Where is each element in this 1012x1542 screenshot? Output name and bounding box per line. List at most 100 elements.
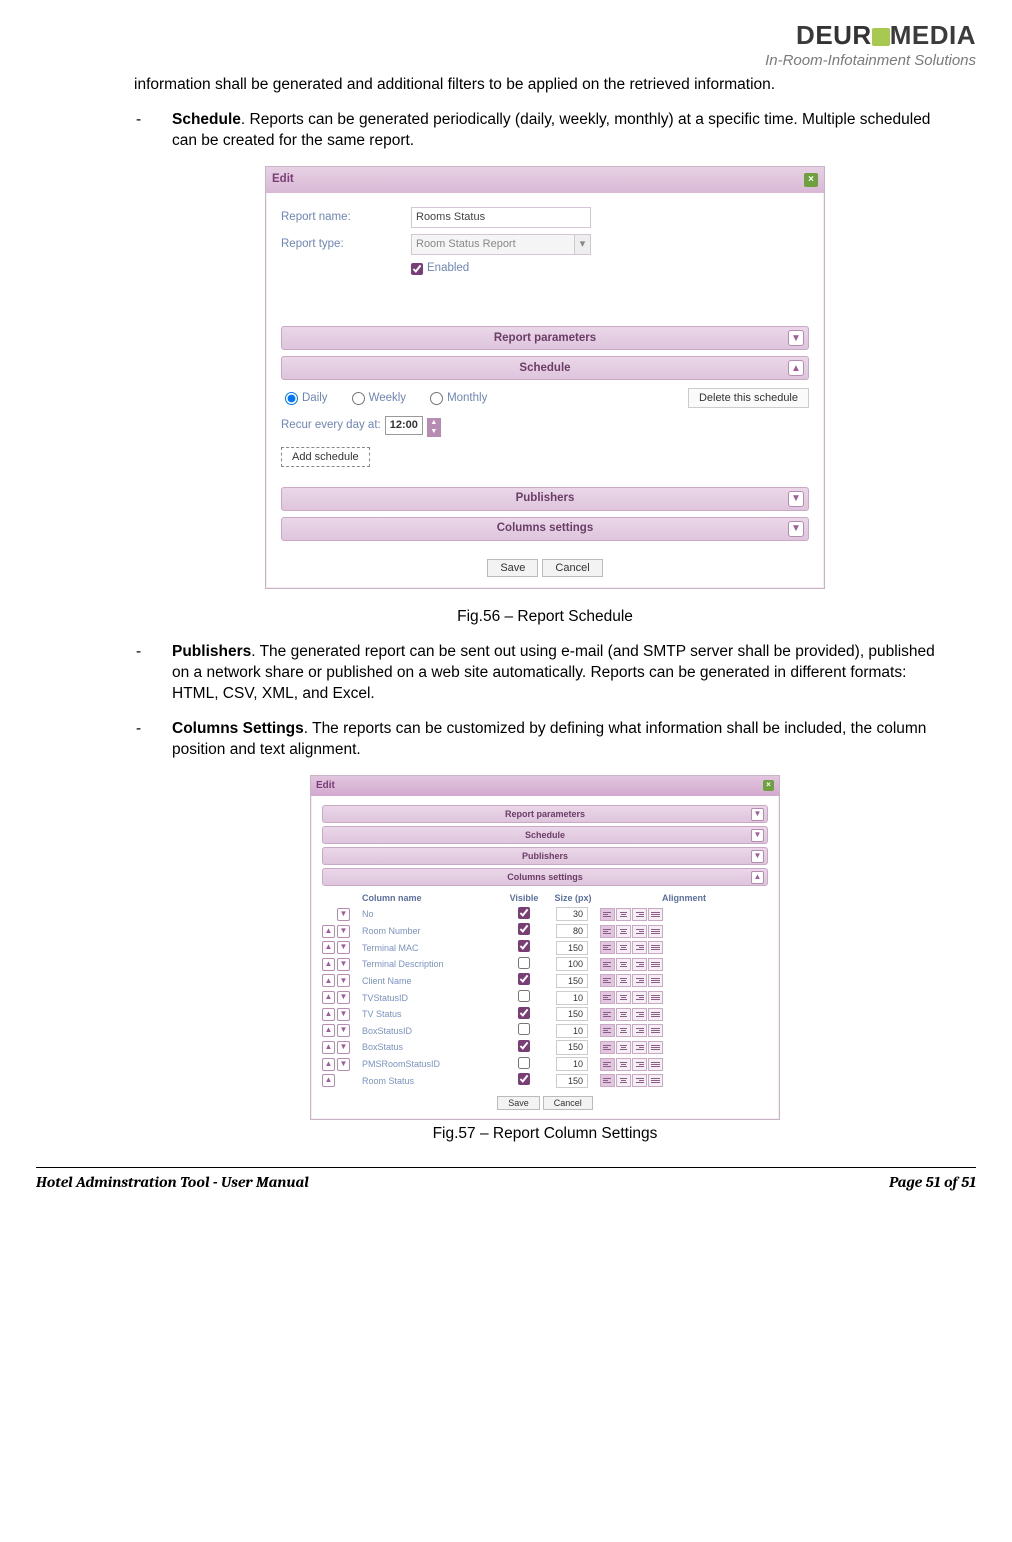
visible-checkbox[interactable] xyxy=(518,1040,530,1052)
align-justify-icon[interactable] xyxy=(648,1024,663,1037)
move-down-icon[interactable]: ▼ xyxy=(337,958,350,971)
move-down-icon[interactable]: ▼ xyxy=(337,925,350,938)
align-left-icon[interactable] xyxy=(600,991,615,1004)
report-type-select[interactable]: Room Status Report ▾ xyxy=(411,234,591,255)
align-right-icon[interactable] xyxy=(632,941,647,954)
size-input[interactable]: 150 xyxy=(556,1074,588,1088)
align-right-icon[interactable] xyxy=(632,958,647,971)
section-schedule[interactable]: Schedule ▲ xyxy=(281,356,809,380)
align-right-icon[interactable] xyxy=(632,991,647,1004)
visible-checkbox[interactable] xyxy=(518,940,530,952)
move-down-icon[interactable]: ▼ xyxy=(337,1008,350,1021)
f57-section-publishers[interactable]: Publishers▼ xyxy=(322,847,768,865)
align-justify-icon[interactable] xyxy=(648,974,663,987)
align-right-icon[interactable] xyxy=(632,974,647,987)
align-center-icon[interactable] xyxy=(616,1024,631,1037)
size-input[interactable]: 150 xyxy=(556,1007,588,1021)
enabled-checkbox[interactable] xyxy=(411,263,423,275)
align-right-icon[interactable] xyxy=(632,1058,647,1071)
move-up-icon[interactable]: ▲ xyxy=(322,991,335,1004)
add-schedule-button[interactable]: Add schedule xyxy=(281,447,370,467)
size-input[interactable]: 10 xyxy=(556,1024,588,1038)
move-up-icon[interactable]: ▲ xyxy=(322,1074,335,1087)
collapse-down-icon[interactable]: ▼ xyxy=(788,491,804,507)
align-right-icon[interactable] xyxy=(632,1024,647,1037)
align-left-icon[interactable] xyxy=(600,1024,615,1037)
section-report-parameters[interactable]: Report parameters ▼ xyxy=(281,326,809,350)
align-left-icon[interactable] xyxy=(600,941,615,954)
radio-monthly[interactable]: Monthly xyxy=(430,391,487,407)
align-center-icon[interactable] xyxy=(616,925,631,938)
close-icon[interactable]: × xyxy=(763,780,774,791)
move-down-icon[interactable]: ▼ xyxy=(337,1041,350,1054)
align-justify-icon[interactable] xyxy=(648,1008,663,1021)
move-up-icon[interactable]: ▲ xyxy=(322,925,335,938)
radio-daily-input[interactable] xyxy=(285,392,298,405)
collapse-down-icon[interactable]: ▼ xyxy=(788,521,804,537)
collapse-down-icon[interactable]: ▼ xyxy=(751,808,764,821)
visible-checkbox[interactable] xyxy=(518,1073,530,1085)
save-button[interactable]: Save xyxy=(497,1096,540,1110)
radio-weekly-input[interactable] xyxy=(352,392,365,405)
align-right-icon[interactable] xyxy=(632,1008,647,1021)
align-right-icon[interactable] xyxy=(632,1074,647,1087)
move-up-icon[interactable]: ▲ xyxy=(322,1008,335,1021)
align-left-icon[interactable] xyxy=(600,1041,615,1054)
report-name-input[interactable]: Rooms Status xyxy=(411,207,591,228)
move-down-icon[interactable]: ▼ xyxy=(337,908,350,921)
cancel-button[interactable]: Cancel xyxy=(542,559,602,577)
align-center-icon[interactable] xyxy=(616,1074,631,1087)
move-up-icon[interactable]: ▲ xyxy=(322,1041,335,1054)
align-right-icon[interactable] xyxy=(632,908,647,921)
radio-weekly[interactable]: Weekly xyxy=(352,391,407,407)
align-left-icon[interactable] xyxy=(600,925,615,938)
visible-checkbox[interactable] xyxy=(518,1007,530,1019)
visible-checkbox[interactable] xyxy=(518,907,530,919)
align-left-icon[interactable] xyxy=(600,1058,615,1071)
align-center-icon[interactable] xyxy=(616,1058,631,1071)
align-justify-icon[interactable] xyxy=(648,1041,663,1054)
align-right-icon[interactable] xyxy=(632,925,647,938)
align-left-icon[interactable] xyxy=(600,1074,615,1087)
move-down-icon[interactable]: ▼ xyxy=(337,1058,350,1071)
visible-checkbox[interactable] xyxy=(518,957,530,969)
align-justify-icon[interactable] xyxy=(648,925,663,938)
collapse-down-icon[interactable]: ▼ xyxy=(751,850,764,863)
align-left-icon[interactable] xyxy=(600,1008,615,1021)
close-icon[interactable]: × xyxy=(804,173,818,187)
spin-down-icon[interactable]: ▼ xyxy=(427,427,441,436)
cancel-button[interactable]: Cancel xyxy=(543,1096,593,1110)
size-input[interactable]: 10 xyxy=(556,1057,588,1071)
move-up-icon[interactable]: ▲ xyxy=(322,1058,335,1071)
visible-checkbox[interactable] xyxy=(518,1023,530,1035)
size-input[interactable]: 80 xyxy=(556,924,588,938)
recur-time-input[interactable]: 12:00 xyxy=(385,416,423,435)
visible-checkbox[interactable] xyxy=(518,990,530,1002)
visible-checkbox[interactable] xyxy=(518,1057,530,1069)
align-justify-icon[interactable] xyxy=(648,941,663,954)
section-columns-settings[interactable]: Columns settings ▼ xyxy=(281,517,809,541)
f57-section-columns-settings[interactable]: Columns settings▲ xyxy=(322,868,768,886)
size-input[interactable]: 150 xyxy=(556,941,588,955)
align-center-icon[interactable] xyxy=(616,958,631,971)
spin-up-icon[interactable]: ▲ xyxy=(427,418,441,427)
size-input[interactable]: 10 xyxy=(556,991,588,1005)
move-down-icon[interactable]: ▼ xyxy=(337,941,350,954)
visible-checkbox[interactable] xyxy=(518,973,530,985)
collapse-down-icon[interactable]: ▼ xyxy=(788,330,804,346)
align-left-icon[interactable] xyxy=(600,908,615,921)
move-up-icon[interactable]: ▲ xyxy=(322,1024,335,1037)
collapse-down-icon[interactable]: ▼ xyxy=(751,829,764,842)
align-center-icon[interactable] xyxy=(616,941,631,954)
align-justify-icon[interactable] xyxy=(648,991,663,1004)
size-input[interactable]: 100 xyxy=(556,957,588,971)
align-center-icon[interactable] xyxy=(616,991,631,1004)
f57-section-schedule[interactable]: Schedule▼ xyxy=(322,826,768,844)
align-right-icon[interactable] xyxy=(632,1041,647,1054)
align-center-icon[interactable] xyxy=(616,908,631,921)
move-down-icon[interactable]: ▼ xyxy=(337,1024,350,1037)
delete-schedule-button[interactable]: Delete this schedule xyxy=(688,388,809,408)
time-spinner[interactable]: ▲▼ xyxy=(427,418,441,434)
radio-daily[interactable]: Daily xyxy=(285,391,328,407)
visible-checkbox[interactable] xyxy=(518,923,530,935)
